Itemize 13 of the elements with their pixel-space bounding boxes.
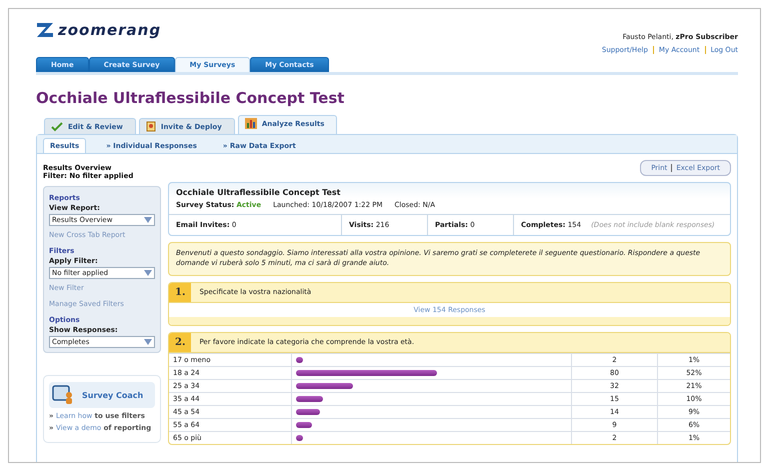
- page-title: Occhiale Ultraflessibile Concept Test: [36, 89, 346, 107]
- checkmark-icon: [51, 122, 63, 132]
- logo-icon: [36, 22, 54, 38]
- survey-title: Occhiale Ultraflessibile Concept Test: [176, 188, 342, 197]
- question-number: 2.: [169, 332, 192, 352]
- question-number: 1.: [169, 282, 192, 302]
- coach-title: Survey Coach: [82, 390, 144, 400]
- document-icon: [146, 121, 156, 132]
- chart-icon: [244, 118, 257, 129]
- dropdown-arrow-icon: [144, 339, 152, 345]
- logo: zoomerang: [58, 21, 162, 39]
- dropdown-arrow-icon: [144, 270, 152, 276]
- dropdown-arrow-icon: [144, 217, 152, 223]
